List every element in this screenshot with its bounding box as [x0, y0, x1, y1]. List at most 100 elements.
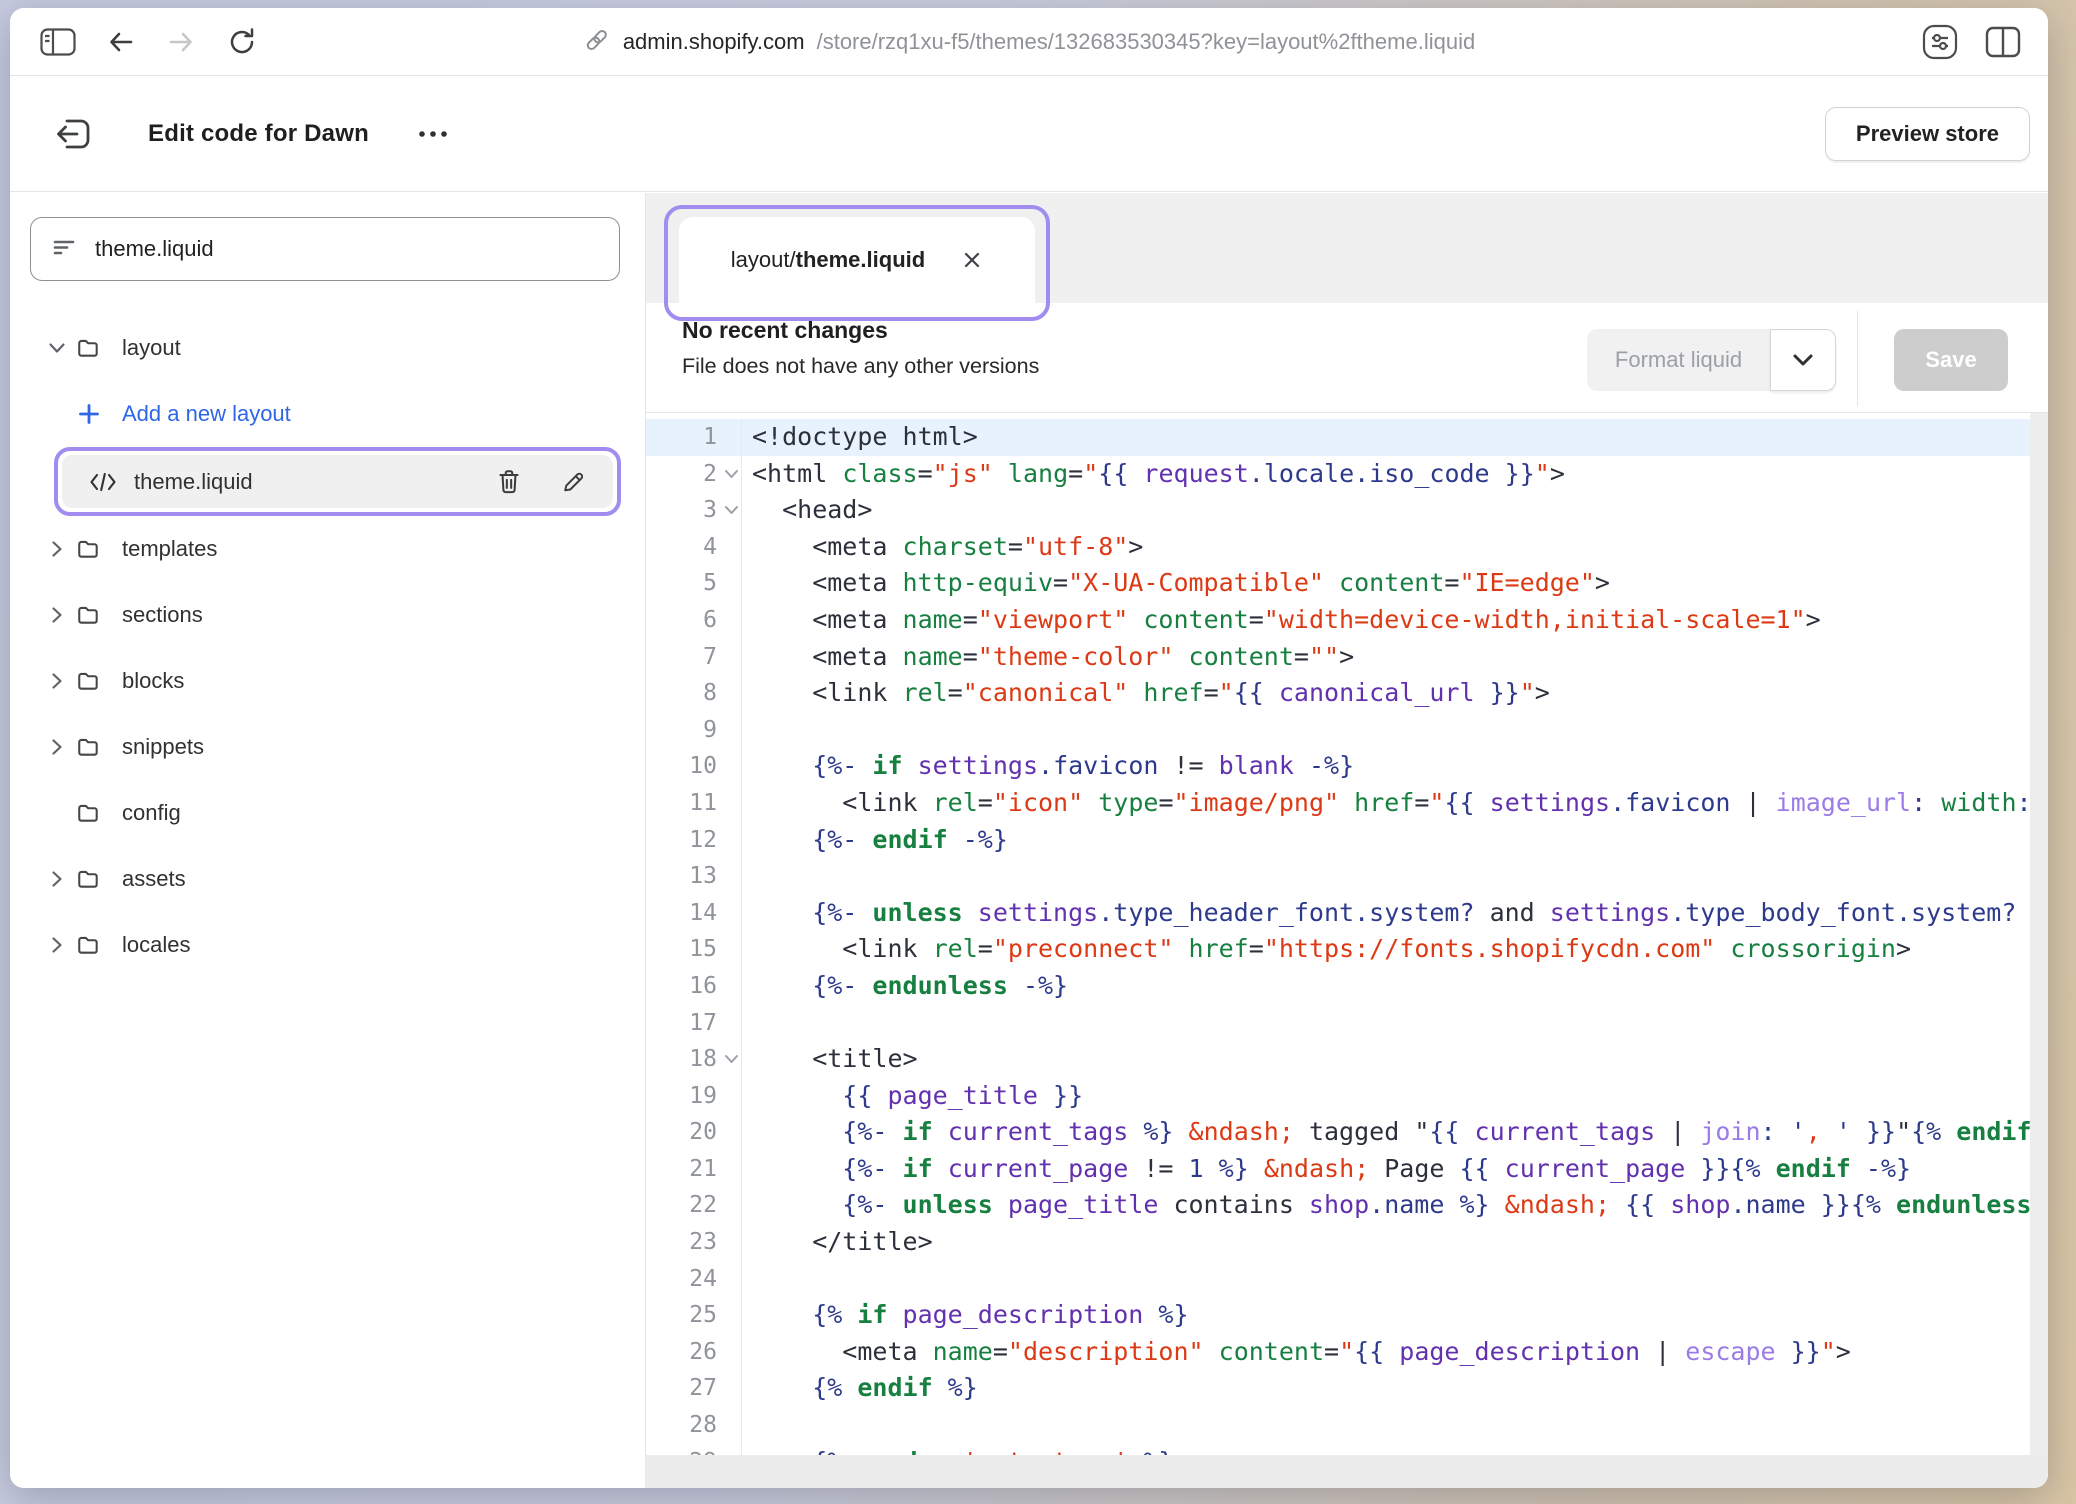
format-liquid-button[interactable]: Format liquid: [1587, 329, 1770, 391]
editor-pane: layout/theme.liquid No recent changes Fi…: [645, 193, 2048, 1488]
code-content: </title>: [742, 1224, 933, 1261]
vertical-scrollbar[interactable]: [2030, 413, 2048, 1455]
chevron-right-icon[interactable]: [40, 870, 74, 888]
trash-icon[interactable]: [496, 468, 522, 496]
folder-icon: [74, 536, 104, 562]
page-title: Edit code for Dawn: [148, 120, 369, 148]
horizontal-scroll-area[interactable]: [646, 1455, 2048, 1488]
code-line[interactable]: 8 <link rel="canonical" href="{{ canonic…: [646, 675, 2048, 712]
sidebar-item-locales[interactable]: locales: [10, 912, 645, 978]
sidebar-item-blocks[interactable]: blocks: [10, 648, 645, 714]
code-line[interactable]: 9: [646, 712, 2048, 749]
code-line[interactable]: 23 </title>: [646, 1224, 2048, 1261]
code-content: <link rel="icon" type="image/png" href="…: [742, 785, 2048, 822]
chevron-right-icon[interactable]: [40, 672, 74, 690]
search-input[interactable]: [95, 236, 599, 262]
tab-theme-liquid[interactable]: layout/theme.liquid: [679, 217, 1035, 303]
sidebar-item-label: config: [122, 800, 181, 826]
fold-toggle-icon[interactable]: [724, 469, 739, 479]
filter-icon: [51, 234, 77, 265]
sidebar-item-layout[interactable]: layout: [10, 315, 645, 381]
line-number: 3: [646, 492, 742, 529]
code-content: [742, 1407, 752, 1444]
sidebar-toggle-icon[interactable]: [40, 28, 76, 56]
sidebar-item-sections[interactable]: sections: [10, 582, 645, 648]
line-number: 2: [646, 456, 742, 493]
url-domain: admin.shopify.com: [623, 29, 805, 55]
code-line[interactable]: 2<html class="js" lang="{{ request.local…: [646, 456, 2048, 493]
code-content: <title>: [742, 1041, 918, 1078]
code-line[interactable]: 25 {% if page_description %}: [646, 1297, 2048, 1334]
file-search[interactable]: [30, 217, 620, 281]
forward-icon[interactable]: [166, 27, 196, 57]
code-line[interactable]: 7 <meta name="theme-color" content="">: [646, 639, 2048, 676]
code-editor[interactable]: 1<!doctype html>2<html class="js" lang="…: [646, 413, 2048, 1456]
fold-toggle-icon[interactable]: [724, 1054, 739, 1064]
code-content: <meta name="description" content="{{ pag…: [742, 1334, 1851, 1371]
sidebar-item-label: assets: [122, 866, 186, 892]
sidebar-item-theme-liquid[interactable]: theme.liquid: [62, 455, 613, 508]
line-number: 14: [646, 895, 742, 932]
code-line[interactable]: 16 {%- endunless -%}: [646, 968, 2048, 1005]
split-view-icon[interactable]: [1984, 25, 2022, 59]
line-number: 19: [646, 1078, 742, 1115]
chevron-down-icon[interactable]: [1770, 329, 1836, 391]
code-line[interactable]: 22 {%- unless page_title contains shop.n…: [646, 1187, 2048, 1224]
line-number: 17: [646, 1005, 742, 1042]
code-line[interactable]: 19 {{ page_title }}: [646, 1078, 2048, 1115]
code-content: {%- if current_tags %} &ndash; tagged "{…: [742, 1114, 2048, 1151]
preview-store-button[interactable]: Preview store: [1825, 107, 2030, 161]
code-content: <head>: [742, 492, 872, 529]
chevron-right-icon[interactable]: [40, 936, 74, 954]
code-line[interactable]: 24: [646, 1261, 2048, 1298]
reload-icon[interactable]: [226, 26, 258, 58]
code-content: <meta charset="utf-8">: [742, 529, 1143, 566]
exit-editor-icon[interactable]: [54, 113, 96, 155]
back-icon[interactable]: [106, 27, 136, 57]
code-line[interactable]: 15 <link rel="preconnect" href="https://…: [646, 931, 2048, 968]
code-line[interactable]: 3 <head>: [646, 492, 2048, 529]
add-new-layout-link[interactable]: Add a new layout: [10, 381, 645, 447]
editor-toolbar: No recent changes File does not have any…: [646, 303, 2048, 413]
code-line[interactable]: 6 <meta name="viewport" content="width=d…: [646, 602, 2048, 639]
code-line[interactable]: 13: [646, 858, 2048, 895]
ellipsis-icon[interactable]: [415, 129, 461, 139]
code-line[interactable]: 18 <title>: [646, 1041, 2048, 1078]
code-line[interactable]: 11 <link rel="icon" type="image/png" hre…: [646, 785, 2048, 822]
code-line[interactable]: 28: [646, 1407, 2048, 1444]
code-content: {% if page_description %}: [742, 1297, 1189, 1334]
code-line[interactable]: 17: [646, 1005, 2048, 1042]
sidebar-item-config[interactable]: config: [10, 780, 645, 846]
code-line[interactable]: 21 {%- if current_page != 1 %} &ndash; P…: [646, 1151, 2048, 1188]
save-button[interactable]: Save: [1894, 329, 2008, 391]
code-line[interactable]: 5 <meta http-equiv="X-UA-Compatible" con…: [646, 565, 2048, 602]
pencil-icon[interactable]: [560, 468, 587, 495]
line-number: 10: [646, 748, 742, 785]
fold-toggle-icon[interactable]: [724, 505, 739, 515]
address-bar[interactable]: admin.shopify.com/store/rzq1xu-f5/themes…: [583, 8, 1475, 76]
chevron-right-icon[interactable]: [40, 540, 74, 558]
code-line[interactable]: 4 <meta charset="utf-8">: [646, 529, 2048, 566]
code-content: {%- unless settings.type_header_font.sys…: [742, 895, 2048, 932]
code-line[interactable]: 20 {%- if current_tags %} &ndash; tagged…: [646, 1114, 2048, 1151]
code-line[interactable]: 12 {%- endif -%}: [646, 822, 2048, 859]
page-settings-icon[interactable]: [1920, 22, 1960, 62]
sidebar-item-assets[interactable]: assets: [10, 846, 645, 912]
code-line[interactable]: 26 <meta name="description" content="{{ …: [646, 1334, 2048, 1371]
chevron-right-icon[interactable]: [40, 738, 74, 756]
close-icon[interactable]: [961, 249, 983, 271]
chevron-right-icon[interactable]: [40, 606, 74, 624]
sidebar-item-snippets[interactable]: snippets: [10, 714, 645, 780]
folder-icon: [74, 602, 104, 628]
sidebar-item-templates[interactable]: templates: [10, 516, 645, 582]
sidebar-item-label: Add a new layout: [122, 401, 291, 427]
code-line[interactable]: 1<!doctype html>: [646, 419, 2048, 456]
code-line[interactable]: 10 {%- if settings.favicon != blank -%}: [646, 748, 2048, 785]
code-line[interactable]: 27 {% endif %}: [646, 1370, 2048, 1407]
code-line[interactable]: 14 {%- unless settings.type_header_font.…: [646, 895, 2048, 932]
file-tree: layout Add a new layout theme.liquid templa…: [10, 315, 645, 978]
code-content: <meta name="theme-color" content="">: [742, 639, 1354, 676]
code-content: <meta http-equiv="X-UA-Compatible" conte…: [742, 565, 1610, 602]
chevron-down-icon[interactable]: [40, 342, 74, 354]
browser-window: admin.shopify.com/store/rzq1xu-f5/themes…: [10, 8, 2048, 1488]
